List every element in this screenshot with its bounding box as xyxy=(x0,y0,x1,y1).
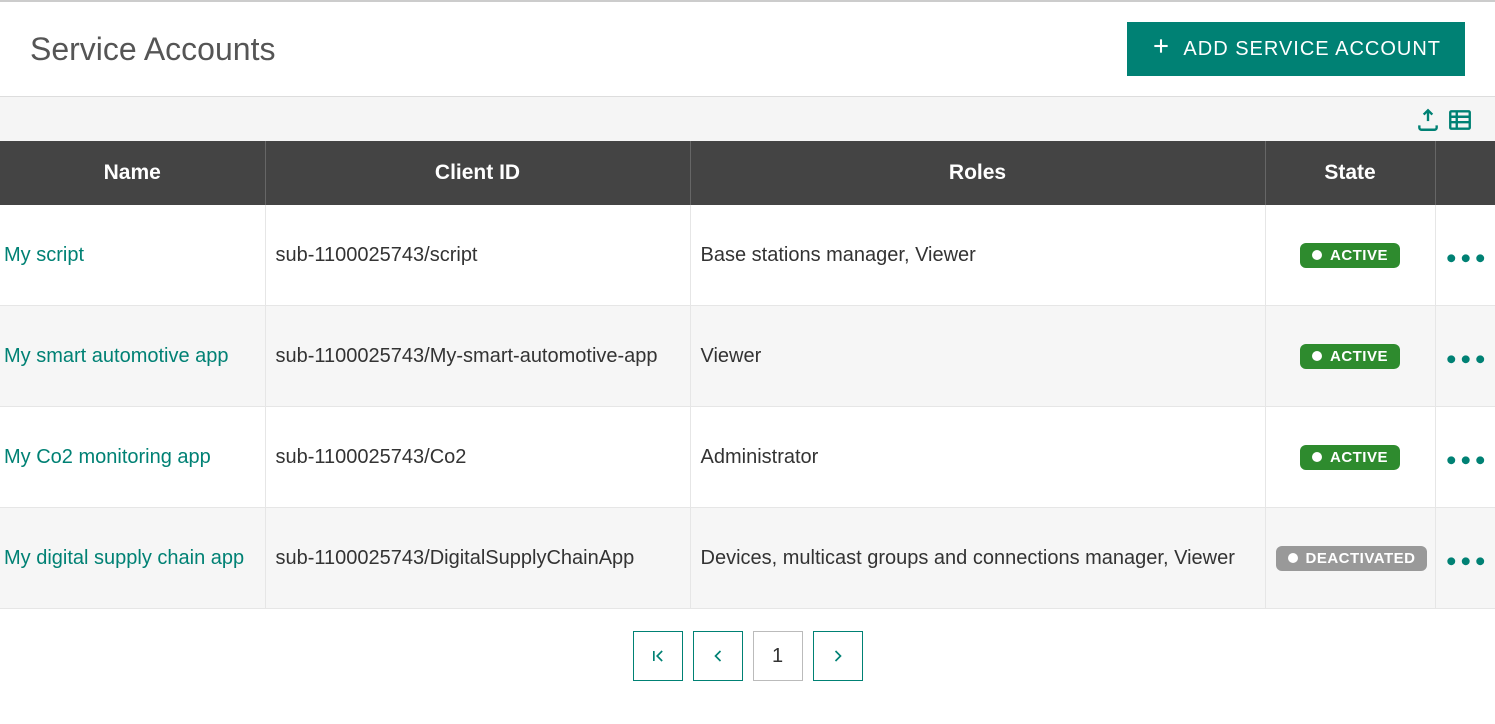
col-header-actions xyxy=(1435,141,1495,205)
table-row: My Co2 monitoring appsub-1100025743/Co2A… xyxy=(0,407,1495,508)
add-button-label: ADD SERVICE ACCOUNT xyxy=(1183,38,1441,61)
service-accounts-table: Name Client ID Roles State My script sub-… xyxy=(0,141,1495,609)
status-dot-icon xyxy=(1312,452,1322,462)
pagination-current-page: 1 xyxy=(753,631,803,681)
state-cell: DEACTIVATED xyxy=(1265,508,1435,609)
status-badge-label: ACTIVE xyxy=(1330,348,1388,365)
status-badge: ACTIVE xyxy=(1300,344,1400,369)
client-id-cell: sub-1100025743/script xyxy=(265,205,690,306)
status-badge-label: DEACTIVATED xyxy=(1306,550,1416,567)
roles-cell: Devices, multicast groups and connection… xyxy=(690,508,1265,609)
pagination: 1 xyxy=(0,609,1495,691)
client-id-cell: sub-1100025743/DigitalSupplyChainApp xyxy=(265,508,690,609)
row-actions-button[interactable] xyxy=(1435,508,1495,609)
row-actions-button[interactable] xyxy=(1435,407,1495,508)
more-icon xyxy=(1446,340,1485,371)
table-row: My digital supply chain app sub-110002574… xyxy=(0,508,1495,609)
add-service-account-button[interactable]: ADD SERVICE ACCOUNT xyxy=(1127,22,1465,76)
status-badge: ACTIVE xyxy=(1300,445,1400,470)
col-header-roles[interactable]: Roles xyxy=(690,141,1265,205)
status-badge-label: ACTIVE xyxy=(1330,449,1388,466)
state-cell: ACTIVE xyxy=(1265,407,1435,508)
plus-icon xyxy=(1151,36,1171,62)
table-header-row: Name Client ID Roles State xyxy=(0,141,1495,205)
roles-cell: Viewer xyxy=(690,306,1265,407)
col-header-client-id[interactable]: Client ID xyxy=(265,141,690,205)
table-row: My script sub-1100025743/scriptBase stati… xyxy=(0,205,1495,306)
more-icon xyxy=(1446,441,1485,472)
row-actions-button[interactable] xyxy=(1435,306,1495,407)
account-name-link[interactable]: My digital supply chain app xyxy=(4,547,244,569)
page-header: Service Accounts ADD SERVICE ACCOUNT xyxy=(0,0,1495,97)
table-row: My smart automotive app sub-1100025743/My… xyxy=(0,306,1495,407)
state-cell: ACTIVE xyxy=(1265,205,1435,306)
more-icon xyxy=(1446,239,1485,270)
table-toolbar xyxy=(0,97,1495,141)
col-header-state[interactable]: State xyxy=(1265,141,1435,205)
status-dot-icon xyxy=(1312,250,1322,260)
client-id-cell: sub-1100025743/Co2 xyxy=(265,407,690,508)
status-badge-label: ACTIVE xyxy=(1330,247,1388,264)
pagination-prev-button[interactable] xyxy=(693,631,743,681)
pagination-next-button[interactable] xyxy=(813,631,863,681)
account-name-link[interactable]: My Co2 monitoring app xyxy=(4,446,211,468)
state-cell: ACTIVE xyxy=(1265,306,1435,407)
status-badge: DEACTIVATED xyxy=(1276,546,1428,571)
col-header-name[interactable]: Name xyxy=(0,141,265,205)
row-actions-button[interactable] xyxy=(1435,205,1495,306)
status-dot-icon xyxy=(1312,351,1322,361)
page-title: Service Accounts xyxy=(30,31,275,68)
export-icon[interactable] xyxy=(1415,107,1441,133)
list-view-icon[interactable] xyxy=(1447,107,1473,133)
client-id-cell: sub-1100025743/My-smart-automotive-app xyxy=(265,306,690,407)
account-name-link[interactable]: My script xyxy=(4,244,84,266)
status-dot-icon xyxy=(1288,553,1298,563)
pagination-first-button[interactable] xyxy=(633,631,683,681)
account-name-link[interactable]: My smart automotive app xyxy=(4,345,229,367)
status-badge: ACTIVE xyxy=(1300,243,1400,268)
roles-cell: Base stations manager, Viewer xyxy=(690,205,1265,306)
roles-cell: Administrator xyxy=(690,407,1265,508)
more-icon xyxy=(1446,542,1485,573)
